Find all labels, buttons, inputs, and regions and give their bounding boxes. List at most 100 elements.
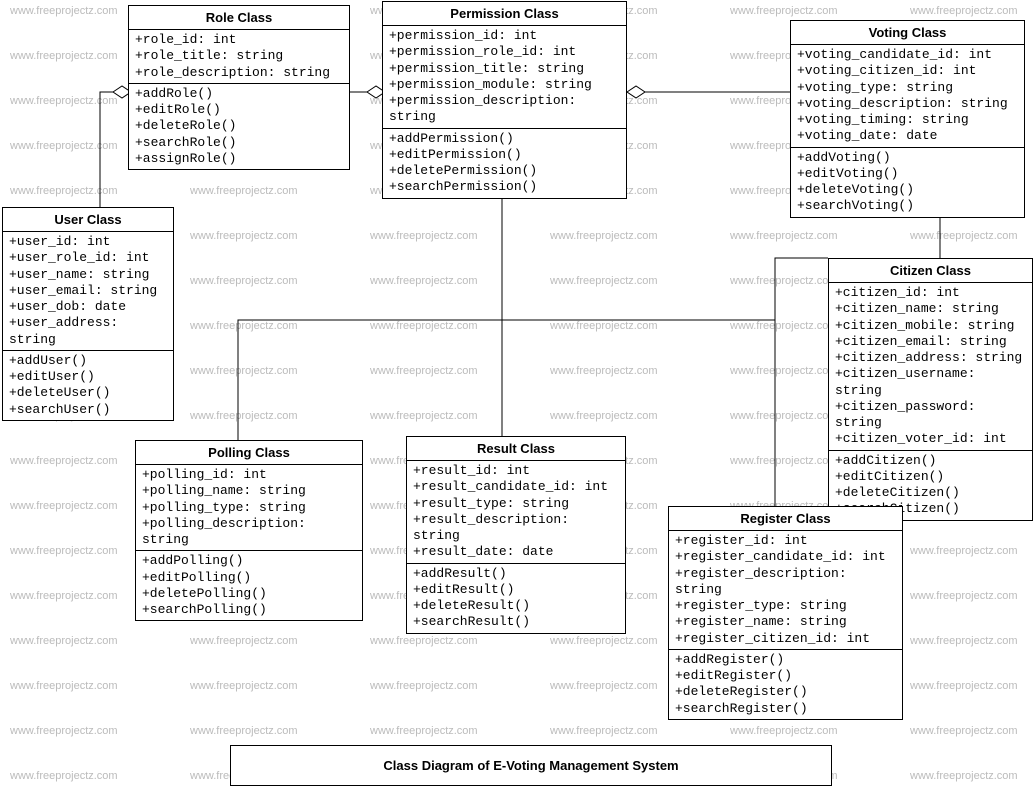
class-attribute: +voting_date: date xyxy=(797,128,1018,144)
class-operation: +editPermission() xyxy=(389,147,620,163)
class-attribute: +role_description: string xyxy=(135,65,343,81)
class-attribute: +role_id: int xyxy=(135,32,343,48)
class-operation: +editPolling() xyxy=(142,570,356,586)
class-title: Citizen Class xyxy=(829,259,1032,283)
class-operation: +editResult() xyxy=(413,582,619,598)
class-operation: +searchVoting() xyxy=(797,198,1018,214)
class-attribute: +register_description: string xyxy=(675,566,896,599)
class-operation: +addRole() xyxy=(135,86,343,102)
class-operation: +editRegister() xyxy=(675,668,896,684)
class-attribute: +permission_id: int xyxy=(389,28,620,44)
class-attribute: +voting_candidate_id: int xyxy=(797,47,1018,63)
class-title: Voting Class xyxy=(791,21,1024,45)
class-title: Result Class xyxy=(407,437,625,461)
class-attribute: +citizen_mobile: string xyxy=(835,318,1026,334)
class-attributes: +voting_candidate_id: int+voting_citizen… xyxy=(791,45,1024,147)
class-attributes: +role_id: int+role_title: string+role_de… xyxy=(129,30,349,83)
class-operations: +addPolling()+editPolling()+deletePollin… xyxy=(136,550,362,620)
class-user: User Class+user_id: int+user_role_id: in… xyxy=(2,207,174,421)
class-attribute: +user_email: string xyxy=(9,283,167,299)
class-operation: +searchPermission() xyxy=(389,179,620,195)
class-operation: +searchUser() xyxy=(9,402,167,418)
class-operation: +deleteRegister() xyxy=(675,684,896,700)
class-attribute: +citizen_password: string xyxy=(835,399,1026,432)
class-operation: +deletePermission() xyxy=(389,163,620,179)
class-title: Register Class xyxy=(669,507,902,531)
class-attribute: +register_id: int xyxy=(675,533,896,549)
class-operation: +addCitizen() xyxy=(835,453,1026,469)
class-title: Permission Class xyxy=(383,2,626,26)
class-attribute: +result_description: string xyxy=(413,512,619,545)
class-attribute: +register_type: string xyxy=(675,598,896,614)
class-polling: Polling Class+polling_id: int+polling_na… xyxy=(135,440,363,621)
class-attribute: +result_type: string xyxy=(413,496,619,512)
class-attribute: +voting_timing: string xyxy=(797,112,1018,128)
class-operations: +addRegister()+editRegister()+deleteRegi… xyxy=(669,649,902,719)
class-attribute: +voting_type: string xyxy=(797,80,1018,96)
class-operation: +deleteRole() xyxy=(135,118,343,134)
class-attribute: +citizen_address: string xyxy=(835,350,1026,366)
class-attributes: +permission_id: int+permission_role_id: … xyxy=(383,26,626,128)
class-operation: +addPolling() xyxy=(142,553,356,569)
class-attribute: +user_role_id: int xyxy=(9,250,167,266)
class-attribute: +polling_description: string xyxy=(142,516,356,549)
class-attribute: +citizen_username: string xyxy=(835,366,1026,399)
class-attribute: +voting_description: string xyxy=(797,96,1018,112)
class-operations: +addResult()+editResult()+deleteResult()… xyxy=(407,563,625,633)
class-title: Polling Class xyxy=(136,441,362,465)
class-attribute: +citizen_email: string xyxy=(835,334,1026,350)
class-attribute: +user_name: string xyxy=(9,267,167,283)
class-operation: +searchRegister() xyxy=(675,701,896,717)
class-voting: Voting Class+voting_candidate_id: int+vo… xyxy=(790,20,1025,218)
class-operation: +deleteCitizen() xyxy=(835,485,1026,501)
class-attribute: +role_title: string xyxy=(135,48,343,64)
class-operation: +searchRole() xyxy=(135,135,343,151)
class-operation: +assignRole() xyxy=(135,151,343,167)
class-operation: +addUser() xyxy=(9,353,167,369)
class-title: User Class xyxy=(3,208,173,232)
class-attributes: +result_id: int+result_candidate_id: int… xyxy=(407,461,625,563)
class-result: Result Class+result_id: int+result_candi… xyxy=(406,436,626,634)
class-operation: +deleteUser() xyxy=(9,385,167,401)
class-operation: +searchPolling() xyxy=(142,602,356,618)
class-operation: +editUser() xyxy=(9,369,167,385)
class-attribute: +result_candidate_id: int xyxy=(413,479,619,495)
class-attribute: +citizen_id: int xyxy=(835,285,1026,301)
class-attribute: +user_address: string xyxy=(9,315,167,348)
class-operation: +deleteVoting() xyxy=(797,182,1018,198)
diagram-title-text: Class Diagram of E-Voting Management Sys… xyxy=(383,758,678,773)
class-attribute: +citizen_voter_id: int xyxy=(835,431,1026,447)
class-attribute: +register_candidate_id: int xyxy=(675,549,896,565)
class-citizen: Citizen Class+citizen_id: int+citizen_na… xyxy=(828,258,1033,521)
class-role: Role Class+role_id: int+role_title: stri… xyxy=(128,5,350,170)
class-operation: +addResult() xyxy=(413,566,619,582)
class-operation: +editCitizen() xyxy=(835,469,1026,485)
class-attribute: +citizen_name: string xyxy=(835,301,1026,317)
class-operation: +editRole() xyxy=(135,102,343,118)
class-operation: +addVoting() xyxy=(797,150,1018,166)
class-attribute: +permission_module: string xyxy=(389,77,620,93)
class-title: Role Class xyxy=(129,6,349,30)
class-operations: +addUser()+editUser()+deleteUser()+searc… xyxy=(3,350,173,420)
class-attributes: +register_id: int+register_candidate_id:… xyxy=(669,531,902,649)
class-attribute: +user_id: int xyxy=(9,234,167,250)
class-attribute: +permission_role_id: int xyxy=(389,44,620,60)
class-operations: +addRole()+editRole()+deleteRole()+searc… xyxy=(129,83,349,169)
class-attribute: +register_name: string xyxy=(675,614,896,630)
class-operation: +deleteResult() xyxy=(413,598,619,614)
class-register: Register Class+register_id: int+register… xyxy=(668,506,903,720)
class-attribute: +polling_name: string xyxy=(142,483,356,499)
class-attributes: +citizen_id: int+citizen_name: string+ci… xyxy=(829,283,1032,450)
class-permission: Permission Class+permission_id: int+perm… xyxy=(382,1,627,199)
class-operation: +editVoting() xyxy=(797,166,1018,182)
class-attribute: +permission_description: string xyxy=(389,93,620,126)
class-operation: +searchResult() xyxy=(413,614,619,630)
diagram-title: Class Diagram of E-Voting Management Sys… xyxy=(230,745,832,786)
class-operation: +deletePolling() xyxy=(142,586,356,602)
class-attribute: +user_dob: date xyxy=(9,299,167,315)
class-attributes: +user_id: int+user_role_id: int+user_nam… xyxy=(3,232,173,350)
class-attribute: +result_id: int xyxy=(413,463,619,479)
class-operation: +addRegister() xyxy=(675,652,896,668)
class-operations: +addVoting()+editVoting()+deleteVoting()… xyxy=(791,147,1024,217)
class-attribute: +result_date: date xyxy=(413,544,619,560)
